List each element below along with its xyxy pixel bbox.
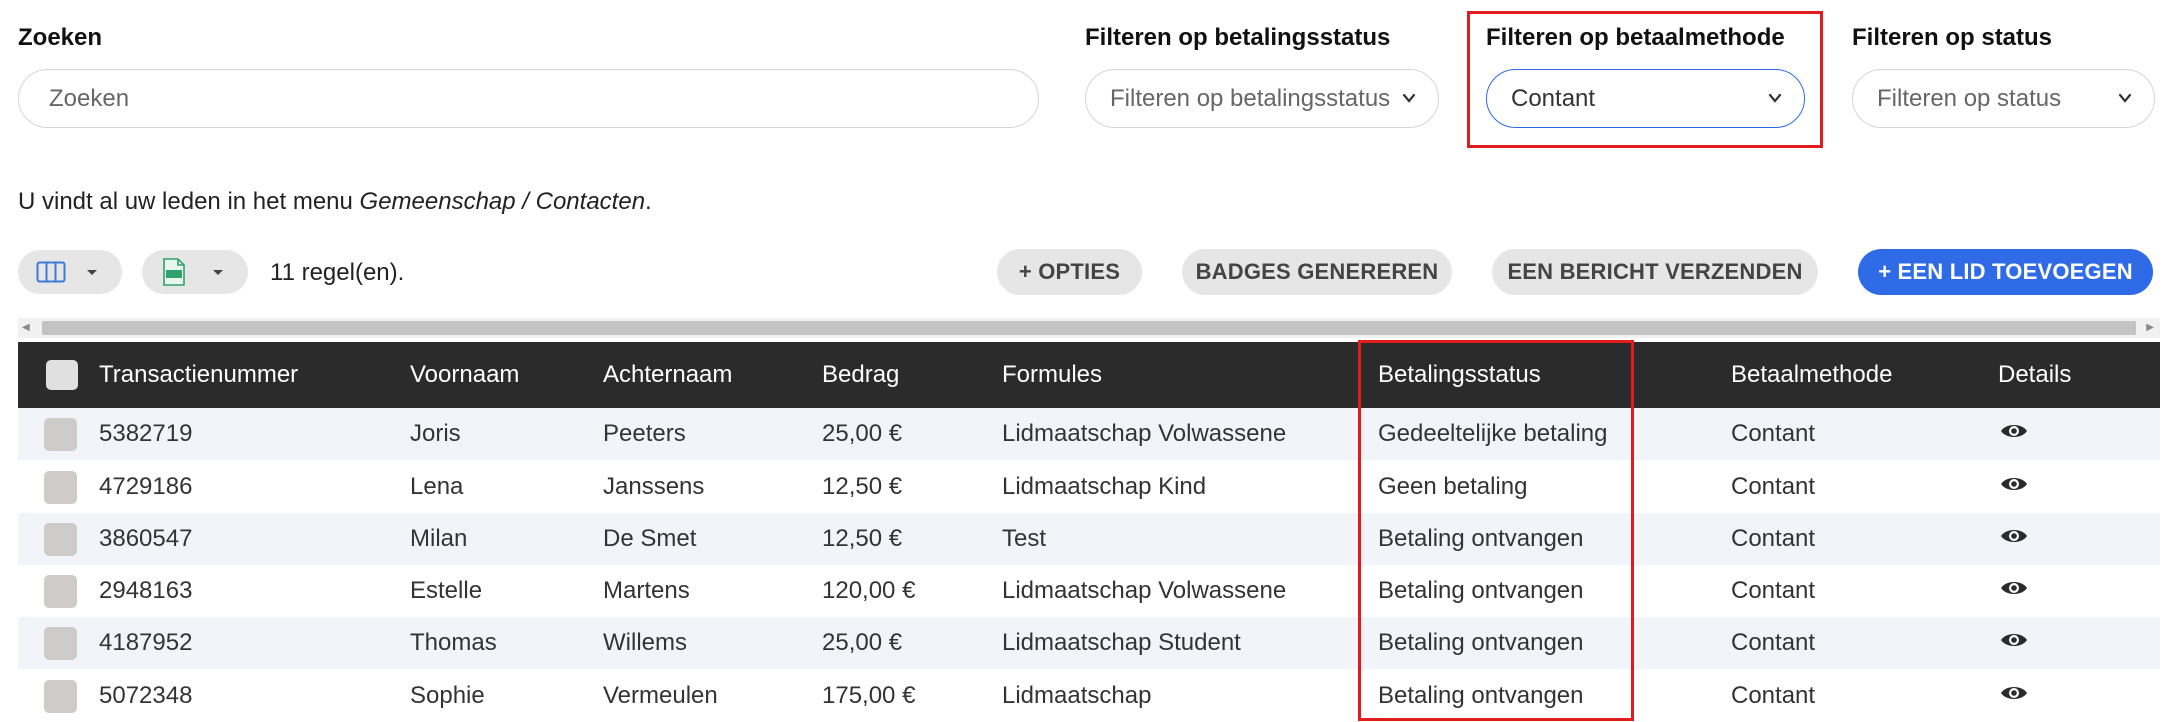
cell-last-name: Willems xyxy=(603,629,687,656)
table-header: Transactienummer Voornaam Achternaam Bed… xyxy=(18,342,2160,408)
row-count: 11 regel(en). xyxy=(270,259,405,286)
cell-formula: Lidmaatschap Volwassene xyxy=(1002,577,1287,604)
chevron-down-icon xyxy=(2118,93,2132,103)
row-checkbox[interactable] xyxy=(44,523,77,556)
row-checkbox[interactable] xyxy=(44,627,77,660)
col-formulas[interactable]: Formules xyxy=(1002,361,1102,389)
table-row: 2948163 Estelle Martens 120,00 € Lidmaatscha… xyxy=(18,565,2160,617)
row-checkbox[interactable] xyxy=(44,680,77,713)
table-row: 5382719 Joris Peeters 25,00 € Lidmaatschap V… xyxy=(18,408,2160,460)
cell-transaction-number: 3860547 xyxy=(99,525,193,552)
info-suffix: . xyxy=(645,188,652,215)
payment-status-value: Filteren op betalingsstatus xyxy=(1110,84,1391,112)
payment-status-highlight xyxy=(1358,340,1634,721)
columns-icon xyxy=(36,261,66,283)
caret-down-icon xyxy=(87,270,97,275)
cell-first-name: Milan xyxy=(410,525,468,552)
eye-icon[interactable] xyxy=(2000,578,2028,598)
scroll-left-arrow-icon[interactable]: ◀ xyxy=(22,322,30,333)
horizontal-scrollbar[interactable]: ◀ ▶ xyxy=(18,318,2160,338)
cell-formula: Lidmaatschap Volwassene xyxy=(1002,420,1287,447)
col-last-name[interactable]: Achternaam xyxy=(603,361,732,389)
info-menu-path: Gemeenschap / Contacten xyxy=(359,188,646,215)
cell-last-name: De Smet xyxy=(603,525,697,552)
cell-amount: 120,00 € xyxy=(822,577,916,604)
cell-transaction-number: 4187952 xyxy=(99,629,193,656)
search-input[interactable]: Zoeken xyxy=(18,69,1039,128)
scrollbar-thumb[interactable] xyxy=(42,321,2136,335)
excel-export-icon xyxy=(163,258,185,286)
add-member-button[interactable]: + EEN LID TOEVOEGEN xyxy=(1858,249,2153,295)
cell-payment-method: Contant xyxy=(1731,577,1816,604)
row-checkbox[interactable] xyxy=(44,418,77,451)
col-amount[interactable]: Bedrag xyxy=(822,361,899,389)
status-select[interactable]: Filteren op status xyxy=(1852,69,2155,128)
payment-method-highlight xyxy=(1467,11,1823,148)
cell-last-name: Vermeulen xyxy=(603,682,718,709)
cell-amount: 12,50 € xyxy=(822,473,903,500)
eye-icon[interactable] xyxy=(2000,474,2028,494)
cell-payment-method: Contant xyxy=(1731,682,1816,709)
select-all-checkbox[interactable] xyxy=(46,360,78,390)
info-text: U vindt al uw leden in het menu xyxy=(18,188,360,215)
eye-icon[interactable] xyxy=(2000,421,2028,441)
table-row: 4729186 Lena Janssens 12,50 € Lidmaatschap K… xyxy=(18,461,2160,513)
members-info-text: U vindt al uw leden in het menu Gemeensc… xyxy=(18,188,652,216)
cell-formula: Lidmaatschap Kind xyxy=(1002,473,1207,500)
search-placeholder: Zoeken xyxy=(49,84,130,112)
cell-first-name: Lena xyxy=(410,473,464,500)
cell-transaction-number: 2948163 xyxy=(99,577,193,604)
generate-badges-button[interactable]: BADGES GENEREREN xyxy=(1182,249,1452,295)
scroll-right-arrow-icon[interactable]: ▶ xyxy=(2146,322,2154,333)
table-row: 3860547 Milan De Smet 12,50 € Test Betaling o… xyxy=(18,513,2160,565)
cell-formula: Lidmaatschap xyxy=(1002,682,1152,709)
cell-last-name: Peeters xyxy=(603,420,686,447)
col-details: Details xyxy=(1998,361,2072,388)
cell-formula: Test xyxy=(1002,525,1047,552)
col-payment-method[interactable]: Betaalmethode xyxy=(1731,361,1892,389)
cell-payment-method: Contant xyxy=(1731,473,1816,500)
status-value: Filteren op status xyxy=(1877,84,2062,112)
cell-payment-method: Contant xyxy=(1731,629,1816,656)
row-checkbox[interactable] xyxy=(44,471,77,504)
cell-amount: 12,50 € xyxy=(822,525,903,552)
options-button[interactable]: + OPTIES xyxy=(997,249,1142,295)
search-label: Zoeken xyxy=(18,24,103,51)
cell-last-name: Martens xyxy=(603,577,690,604)
cell-transaction-number: 5382719 xyxy=(99,420,193,447)
cell-last-name: Janssens xyxy=(603,473,705,500)
cell-transaction-number: 4729186 xyxy=(99,473,193,500)
cell-first-name: Estelle xyxy=(410,577,483,604)
chevron-down-icon xyxy=(1402,93,1416,103)
cell-first-name: Joris xyxy=(410,420,461,447)
col-transaction-number[interactable]: Transactienummer xyxy=(99,361,298,389)
eye-icon[interactable] xyxy=(2000,683,2028,703)
cell-transaction-number: 5072348 xyxy=(99,682,193,709)
cell-amount: 175,00 € xyxy=(822,682,916,709)
cell-payment-method: Contant xyxy=(1731,420,1816,447)
col-first-name[interactable]: Voornaam xyxy=(410,361,519,389)
cell-payment-method: Contant xyxy=(1731,525,1816,552)
cell-amount: 25,00 € xyxy=(822,629,903,656)
eye-icon[interactable] xyxy=(2000,526,2028,546)
cell-formula: Lidmaatschap Student xyxy=(1002,629,1241,656)
cell-first-name: Sophie xyxy=(410,682,485,709)
send-message-button[interactable]: EEN BERICHT VERZENDEN xyxy=(1492,249,1818,295)
table-row: 5072348 Sophie Vermeulen 175,00 € Lidmaatsch… xyxy=(18,670,2160,722)
table-row: 4187952 Thomas Willems 25,00 € Lidmaatschap … xyxy=(18,617,2160,669)
export-button[interactable] xyxy=(142,250,248,294)
eye-icon[interactable] xyxy=(2000,630,2028,650)
cell-first-name: Thomas xyxy=(410,629,497,656)
status-filter-label: Filteren op status xyxy=(1852,24,2053,51)
row-checkbox[interactable] xyxy=(44,575,77,608)
column-visibility-button[interactable] xyxy=(18,250,122,294)
payment-status-filter-label: Filteren op betalingsstatus xyxy=(1085,24,1391,51)
caret-down-icon xyxy=(213,270,223,275)
cell-amount: 25,00 € xyxy=(822,420,903,447)
payment-status-select[interactable]: Filteren op betalingsstatus xyxy=(1085,69,1439,128)
